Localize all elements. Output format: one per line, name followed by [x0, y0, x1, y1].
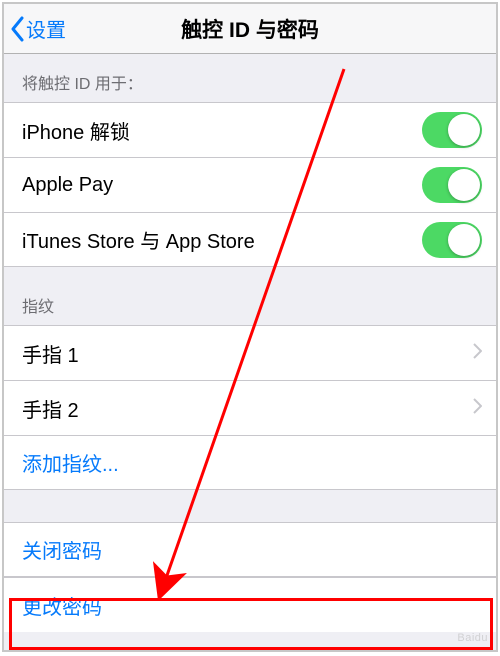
toggle-iphone-unlock[interactable] — [422, 112, 482, 148]
section-header-fingerprints: 指纹 — [4, 267, 496, 325]
section-change-passcode: 更改密码 — [4, 577, 496, 632]
row-label: 更改密码 — [22, 591, 102, 620]
toggle-apple-pay[interactable] — [422, 167, 482, 203]
row-finger-1[interactable]: 手指 1 — [4, 325, 496, 380]
toggle-itunes-appstore[interactable] — [422, 222, 482, 258]
page-title: 触控 ID 与密码 — [4, 14, 496, 44]
spacer — [4, 490, 496, 522]
row-label: 关闭密码 — [22, 535, 102, 564]
row-add-fingerprint[interactable]: 添加指纹... — [4, 435, 496, 490]
section-use-touchid-for: 将触控 ID 用于： iPhone 解锁 Apple Pay iTunes St… — [4, 54, 496, 267]
row-iphone-unlock[interactable]: iPhone 解锁 — [4, 102, 496, 157]
watermark: Baidu — [457, 632, 488, 644]
row-label: iPhone 解锁 — [22, 116, 130, 145]
row-finger-2[interactable]: 手指 2 — [4, 380, 496, 435]
row-itunes-appstore[interactable]: iTunes Store 与 App Store — [4, 212, 496, 267]
row-apple-pay[interactable]: Apple Pay — [4, 157, 496, 212]
row-label: 手指 2 — [22, 394, 79, 423]
back-button[interactable]: 设置 — [4, 14, 66, 43]
section-header-use-for: 将触控 ID 用于： — [4, 54, 496, 102]
back-label: 设置 — [26, 14, 66, 43]
section-passcode: 关闭密码 — [4, 522, 496, 577]
nav-header: 设置 触控 ID 与密码 — [4, 4, 496, 54]
section-fingerprints: 指纹 手指 1 手指 2 添加指纹... — [4, 267, 496, 490]
row-label: 添加指纹... — [22, 448, 119, 477]
row-label: 手指 1 — [22, 339, 79, 368]
chevron-left-icon — [10, 16, 26, 42]
chevron-right-icon — [472, 397, 482, 420]
chevron-right-icon — [472, 342, 482, 365]
row-label: iTunes Store 与 App Store — [22, 225, 255, 254]
row-turn-off-passcode[interactable]: 关闭密码 — [4, 522, 496, 577]
row-label: Apple Pay — [22, 174, 113, 197]
row-change-passcode[interactable]: 更改密码 — [4, 577, 496, 632]
